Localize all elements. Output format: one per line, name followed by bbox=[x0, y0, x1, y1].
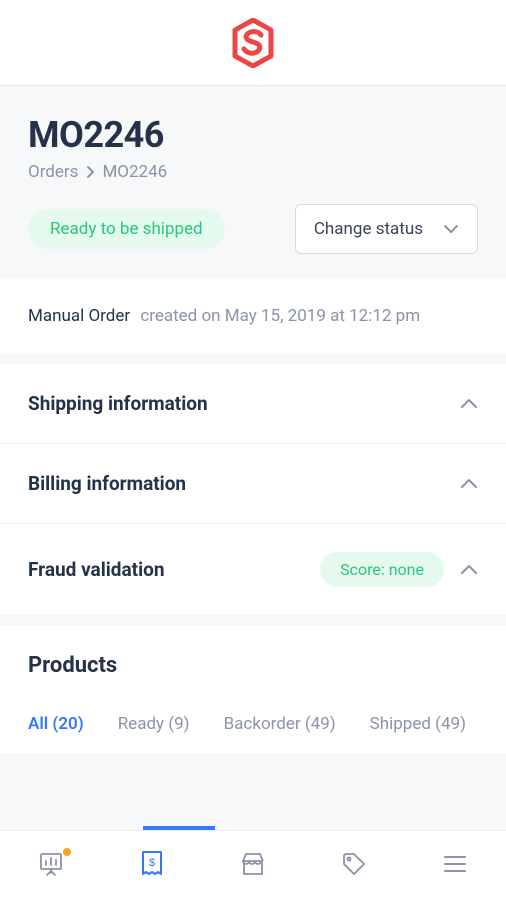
order-details-card: Shipping information Billing information… bbox=[0, 364, 506, 615]
nav-dashboard[interactable] bbox=[31, 846, 71, 886]
order-meta-card: Manual Order created on May 15, 2019 at … bbox=[0, 278, 506, 354]
tab-ready[interactable]: Ready (9) bbox=[118, 714, 190, 752]
fraud-validation-title: Fraud validation bbox=[28, 558, 164, 581]
shipping-info-title: Shipping information bbox=[28, 392, 208, 415]
breadcrumb: Orders MO2246 bbox=[28, 162, 478, 182]
nav-orders[interactable]: $ bbox=[132, 846, 172, 886]
chevron-right-icon bbox=[86, 166, 94, 178]
chevron-up-icon bbox=[460, 564, 478, 575]
page-header: MO2246 Orders MO2246 Ready to be shipped… bbox=[0, 86, 506, 278]
order-created-text: created on May 15, 2019 at 12:12 pm bbox=[140, 306, 420, 326]
page-title: MO2246 bbox=[28, 114, 478, 156]
notification-dot-icon bbox=[63, 848, 71, 856]
shipping-info-toggle[interactable]: Shipping information bbox=[0, 364, 506, 443]
bottom-nav: $ bbox=[0, 830, 506, 900]
breadcrumb-current: MO2246 bbox=[102, 162, 167, 182]
tab-shipped[interactable]: Shipped (49) bbox=[370, 714, 466, 752]
invoice-dollar-icon: $ bbox=[140, 850, 164, 882]
hamburger-menu-icon bbox=[443, 855, 467, 877]
products-tabs: All (20) Ready (9) Backorder (49) Shippe… bbox=[28, 714, 478, 753]
billing-info-toggle[interactable]: Billing information bbox=[0, 443, 506, 523]
status-badge: Ready to be shipped bbox=[28, 209, 225, 249]
tab-backorder[interactable]: Backorder (49) bbox=[224, 714, 336, 752]
chevron-up-icon bbox=[460, 478, 478, 489]
nav-menu[interactable] bbox=[435, 846, 475, 886]
chevron-up-icon bbox=[460, 398, 478, 409]
order-type-label: Manual Order bbox=[28, 306, 130, 326]
billing-info-title: Billing information bbox=[28, 472, 186, 495]
change-status-button[interactable]: Change status bbox=[295, 204, 478, 254]
presentation-chart-icon bbox=[38, 851, 64, 881]
nav-tags[interactable] bbox=[334, 846, 374, 886]
products-title: Products bbox=[28, 653, 478, 678]
svg-text:$: $ bbox=[149, 857, 155, 869]
change-status-label: Change status bbox=[314, 219, 423, 239]
fraud-score-badge: Score: none bbox=[320, 552, 444, 587]
breadcrumb-root[interactable]: Orders bbox=[28, 162, 78, 182]
topbar bbox=[0, 0, 506, 86]
fraud-validation-toggle[interactable]: Fraud validation Score: none bbox=[0, 523, 506, 615]
products-card: Products All (20) Ready (9) Backorder (4… bbox=[0, 625, 506, 753]
tab-all[interactable]: All (20) bbox=[28, 714, 84, 752]
storefront-icon bbox=[240, 851, 266, 881]
tag-icon bbox=[341, 851, 367, 881]
nav-store[interactable] bbox=[233, 846, 273, 886]
chevron-down-icon bbox=[443, 224, 459, 234]
brand-logo-icon bbox=[231, 18, 275, 68]
